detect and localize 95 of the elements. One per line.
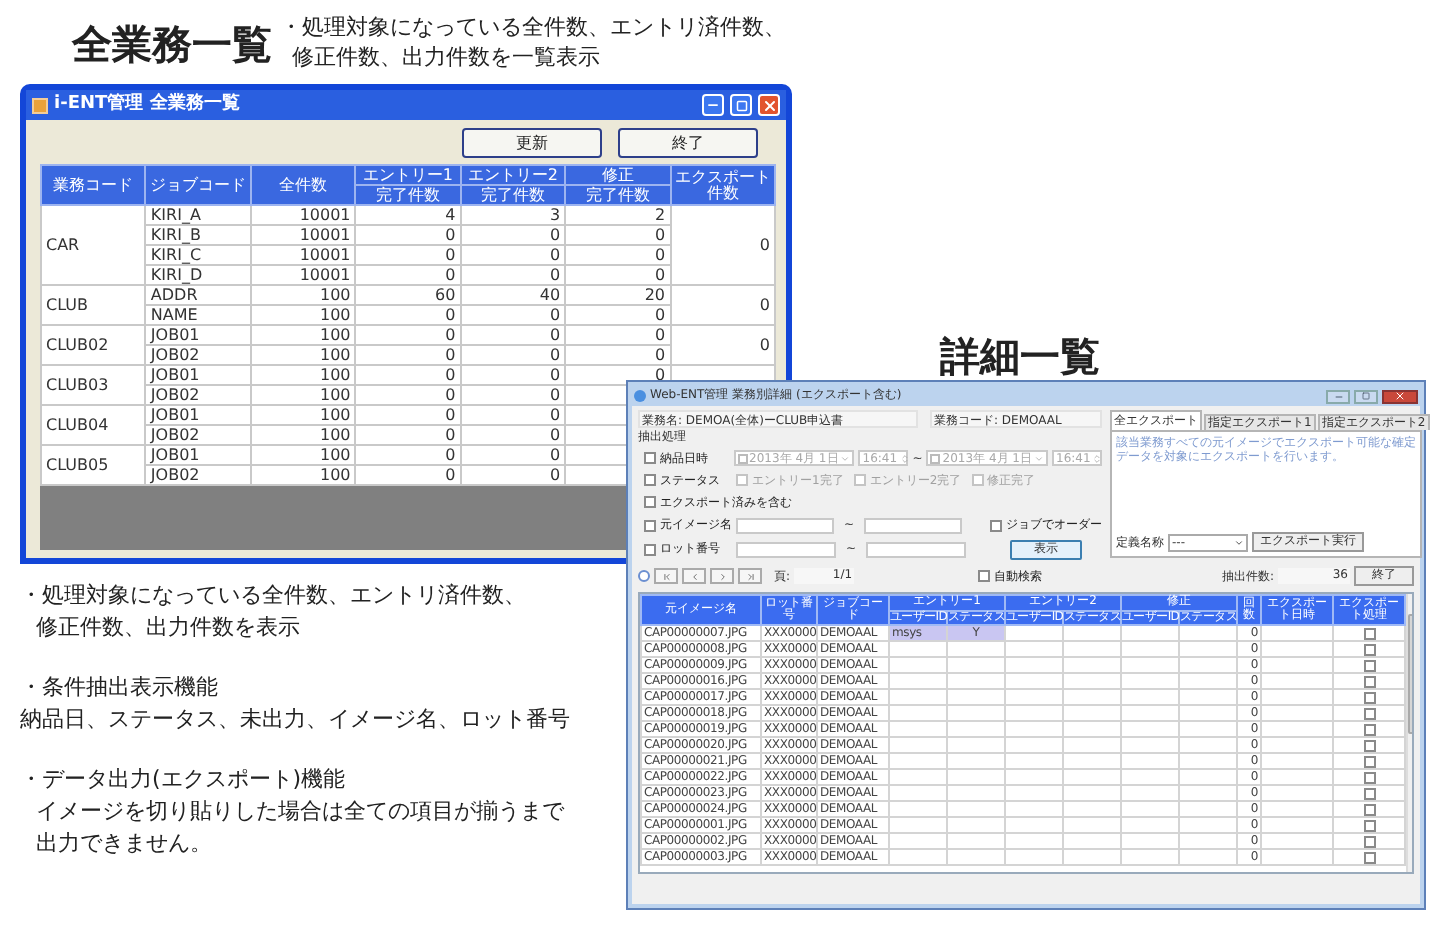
table-cell: 0 [550,246,561,264]
note-line: ・処理対象になっている全件数、エントリ済件数、 [280,12,786,42]
table-cell: 100 [319,406,351,424]
table-cell: KIRI_B [150,226,201,244]
table-cell: 0 [654,366,666,384]
column-header: エクスポート件数 [670,165,775,205]
note-line: 出力できません。 [34,828,212,860]
table-cell: CLUB03 [46,376,109,394]
table-cell: 40 [539,286,561,304]
table-cell: KIRI_C [150,246,202,264]
table-cell: 0 [550,366,561,384]
note-line: ・条件抽出表示機能 [20,672,218,704]
table-cell: 20 [644,286,666,304]
table-cell: KIRI_A [150,206,201,224]
table-cell: JOB01 [150,326,200,344]
table-cell: 0 [445,346,456,364]
table-cell: JOB02 [150,346,200,364]
table-cell: 0 [654,306,666,324]
table-cell: 0 [654,266,666,284]
column-header: 修正 [565,165,671,185]
table-cell: 0 [550,386,561,404]
table-cell: 100 [319,346,351,364]
column-header: エントリー2 [460,165,566,185]
table-cell: CAR [46,236,80,254]
table-cell: 2 [654,206,666,224]
table-cell: 100 [319,326,351,344]
column-header: エントリー1 [355,165,461,185]
table-cell: 0 [550,466,561,484]
note-line: イメージを切り貼りした場合は全ての項目が揃うまで [34,796,564,828]
table-cell: 0 [759,296,770,314]
column-header: 業務コード [41,165,146,205]
table-cell: 0 [654,326,666,344]
table-cell: 0 [445,306,456,324]
table-cell: 0 [654,246,666,264]
table-cell: 0 [445,386,456,404]
table-cell: 100 [319,426,351,444]
table-cell: 10001 [299,206,351,224]
table-cell: 0 [445,226,456,244]
table-cell: 0 [550,426,561,444]
table-cell: 0 [550,226,561,244]
table-cell: 100 [319,306,351,324]
table-cell: 0 [550,446,561,464]
table-cell: 0 [654,346,666,364]
section-heading: 全業務一覧 [72,24,272,64]
table-cell: KIRI_D [150,266,203,284]
note-line: ・データ出力(エクスポート)機能 [20,764,346,796]
table-cell: 10001 [299,266,351,284]
table-cell: 100 [319,446,351,464]
table-cell: JOB01 [150,406,200,424]
table-cell: 0 [445,446,456,464]
table-cell: JOB02 [150,386,200,404]
table-cell: JOB01 [150,446,200,464]
table-cell: 100 [319,286,351,304]
table-cell: 0 [445,266,456,284]
table-cell: 10001 [299,226,351,244]
table-cell: 60 [435,286,456,304]
table-cell: 3 [550,206,561,224]
table-cell: 0 [445,326,456,344]
note-line: 修正件数、出力件数を一覧表示 [290,42,600,72]
table-cell: 100 [319,466,351,484]
window-title: i-ENT管理 全業務一覧 [54,96,240,114]
table-cell: 10001 [299,246,351,264]
table-cell: JOB02 [150,466,200,484]
table-cell: JOB02 [150,426,200,444]
table-cell: 0 [445,426,456,444]
table-cell: 4 [445,206,456,224]
table-cell: 0 [759,336,770,354]
note-line: ・処理対象になっている全件数、エントリ済件数、 [20,580,526,612]
column-header: 全件数 [250,165,356,205]
column-header: ジョブコード [145,165,251,205]
table-cell: 0 [445,466,456,484]
table-cell: CLUB05 [46,456,109,474]
toolbar-button[interactable]: 終了 [618,128,758,158]
table-cell: ADDR [150,286,198,304]
table-cell: NAME [150,306,198,324]
table-cell: 0 [759,236,770,254]
note-line: 修正件数、出力件数を表示 [34,612,300,644]
table-cell: 0 [550,346,561,364]
table-cell: JOB01 [150,366,200,384]
table-cell: CLUB04 [46,416,109,434]
table-cell: 0 [550,326,561,344]
table-cell: CLUB02 [46,336,109,354]
toolbar-button[interactable]: 更新 [462,128,602,158]
table-cell: 0 [550,406,561,424]
table-cell: 0 [550,266,561,284]
table-cell: 100 [319,386,351,404]
note-line: 納品日、ステータス、未出力、イメージ名、ロット番号 [20,704,570,736]
section-heading: 詳細一覧 [940,336,1100,376]
table-cell: 0 [654,226,666,244]
table-cell: 100 [319,366,351,384]
table-cell: CLUB [46,296,88,314]
table-cell: 0 [445,366,456,384]
table-cell: 0 [445,406,456,424]
table-cell: 0 [550,306,561,324]
table-cell: 0 [445,246,456,264]
